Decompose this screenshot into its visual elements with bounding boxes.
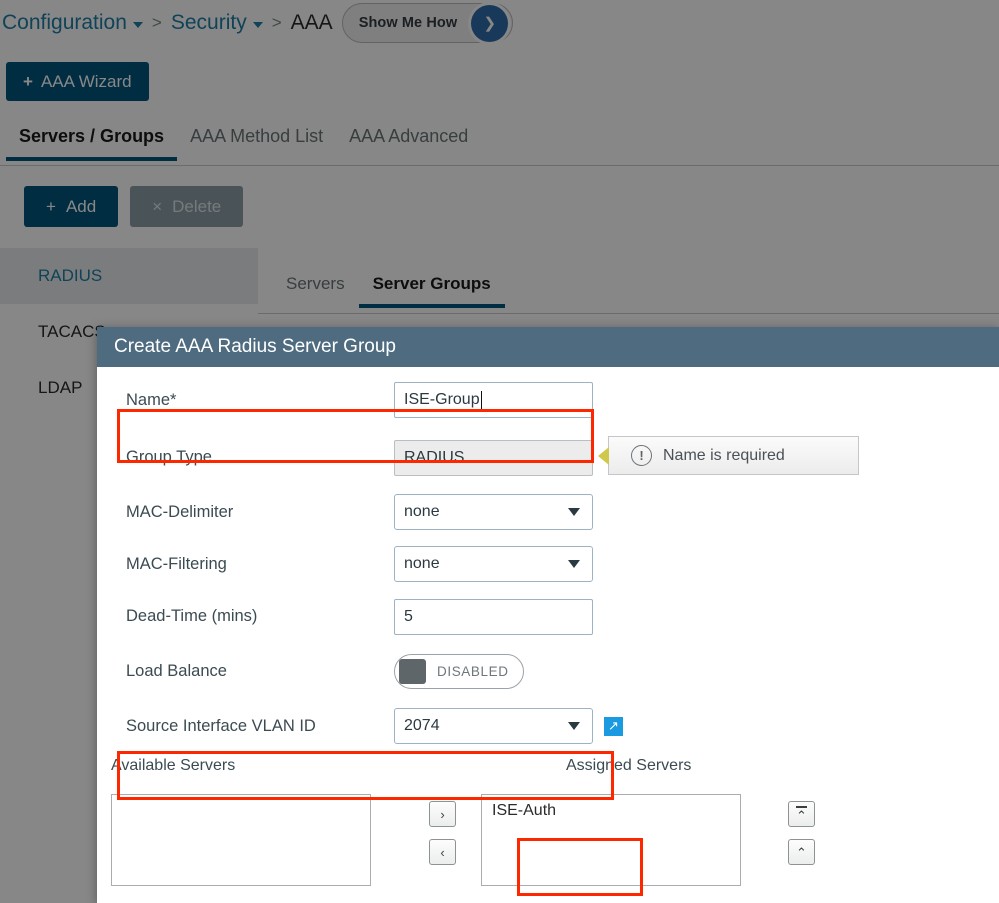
load-balance-state: DISABLED <box>437 664 509 679</box>
move-right-button[interactable]: › <box>429 801 456 827</box>
chevron-down-icon <box>568 722 580 730</box>
mac-filtering-label: MAC-Filtering <box>126 554 227 573</box>
field-row-group-type: Group Type RADIUS <box>97 429 999 486</box>
text-cursor <box>480 390 482 410</box>
field-row-mac-delimiter: MAC-Delimiter none <box>97 486 999 538</box>
field-row-load-balance: Load Balance DISABLED <box>97 643 999 700</box>
source-interface-vlan-id-select[interactable]: 2074 <box>394 708 593 744</box>
list-item[interactable]: ISE-Auth <box>482 800 740 822</box>
chevron-down-icon <box>568 508 580 516</box>
warning-icon: ! <box>631 445 652 466</box>
chevron-right-icon: › <box>440 806 445 822</box>
assigned-servers-heading: Assigned Servers <box>566 757 692 774</box>
server-transfer-section: Available Servers Assigned Servers › ‹ I… <box>97 757 999 886</box>
transfer-headings: Available Servers Assigned Servers <box>111 757 999 783</box>
transfer-lists: › ‹ ISE-Auth ⌃ ⌃ <box>111 794 999 886</box>
mac-filtering-value: none <box>404 555 440 572</box>
mac-delimiter-label: MAC-Delimiter <box>126 502 234 521</box>
field-row-mac-filtering: MAC-Filtering none <box>97 538 999 590</box>
assigned-servers-listbox[interactable]: ISE-Auth <box>481 794 741 886</box>
mac-delimiter-value: none <box>404 503 440 520</box>
tooltip-message: Name is required <box>663 446 785 464</box>
chevron-up-icon: ⌃ <box>796 844 807 860</box>
name-required-tooltip: ! Name is required <box>598 436 859 475</box>
available-servers-heading: Available Servers <box>111 757 236 774</box>
group-type-label: Group Type <box>126 448 212 466</box>
name-input[interactable]: ISE-Group <box>394 382 593 418</box>
load-balance-toggle[interactable]: DISABLED <box>394 654 524 689</box>
dialog-header: Create AAA Radius Server Group <box>97 327 999 367</box>
mac-delimiter-select[interactable]: none <box>394 494 593 530</box>
dialog-title: Create AAA Radius Server Group <box>114 336 396 357</box>
group-type-input: RADIUS <box>394 439 593 476</box>
transfer-order-buttons: ⌃ ⌃ <box>788 801 815 865</box>
move-up-button[interactable]: ⌃ <box>788 839 815 865</box>
tooltip-arrow <box>598 447 609 465</box>
dead-time-value: 5 <box>404 607 413 625</box>
dead-time-input[interactable]: 5 <box>394 598 593 635</box>
chevron-left-icon: ‹ <box>440 844 445 860</box>
field-row-dead-time: Dead-Time (mins) 5 <box>97 590 999 643</box>
name-label: Name* <box>126 390 177 409</box>
toggle-knob <box>399 659 426 684</box>
field-row-source-interface-vlan-id: Source Interface VLAN ID 2074 ↗ <box>97 700 999 752</box>
available-servers-listbox[interactable] <box>111 794 371 886</box>
mac-filtering-select[interactable]: none <box>394 546 593 582</box>
field-row-name: Name* ISE-Group <box>97 371 999 429</box>
source-interface-vlan-id-label: Source Interface VLAN ID <box>126 716 316 735</box>
name-input-value: ISE-Group <box>404 391 480 408</box>
group-type-value: RADIUS <box>404 448 465 466</box>
chevron-up-icon: ⌃ <box>796 808 807 823</box>
load-balance-label: Load Balance <box>126 662 227 680</box>
chevron-down-icon <box>568 560 580 568</box>
dead-time-label: Dead-Time (mins) <box>126 607 258 625</box>
move-to-top-button[interactable]: ⌃ <box>788 801 815 827</box>
source-interface-vlan-id-value: 2074 <box>404 717 440 734</box>
transfer-arrow-buttons: › ‹ <box>429 801 456 865</box>
move-left-button[interactable]: ‹ <box>429 839 456 865</box>
external-link-icon[interactable]: ↗ <box>604 716 623 736</box>
dialog-body: Name* ISE-Group Group Type RADIUS MAC-De… <box>97 371 999 896</box>
create-aaa-radius-server-group-dialog: Create AAA Radius Server Group Name* ISE… <box>97 327 999 903</box>
